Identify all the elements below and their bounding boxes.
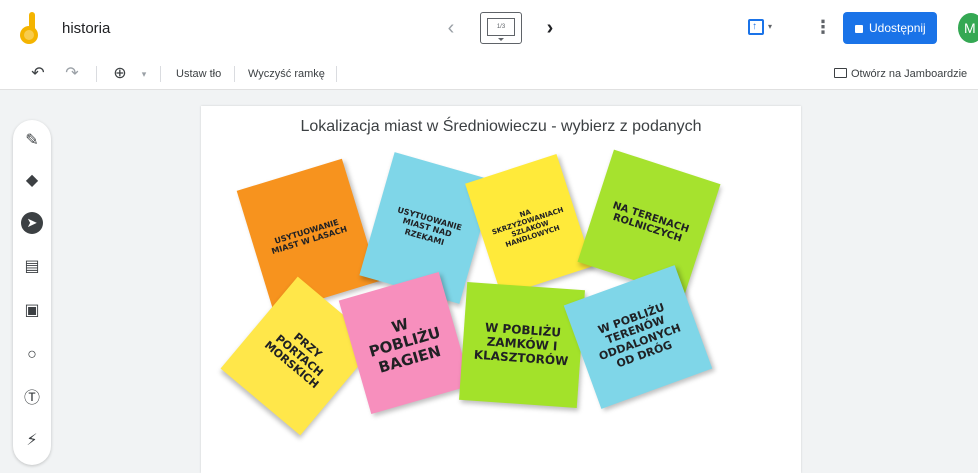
set-background-button[interactable]: Ustaw tło <box>176 66 221 82</box>
canvas-title[interactable]: Lokalizacja miast w Średniowieczu - wybi… <box>201 118 801 136</box>
sticky-note[interactable]: Na skrzyżowaniach szlaków handlowych <box>465 154 593 296</box>
select-tool-icon[interactable]: ➤ <box>21 212 43 234</box>
toolbar-divider <box>160 66 161 82</box>
redo-icon[interactable]: ↷ <box>62 64 82 84</box>
more-options-icon[interactable]: ⋮ <box>814 16 832 40</box>
whiteboard-canvas[interactable]: Lokalizacja miast w Średniowieczu - wybi… <box>201 106 801 473</box>
sticky-note[interactable]: W pobliżu terenów oddalonych od dróg <box>563 265 713 409</box>
jamboard-logo[interactable] <box>20 12 42 44</box>
previous-frame-button[interactable]: ‹ <box>441 16 461 40</box>
sticky-note[interactable]: W pobliżu zamków i klasztorów <box>459 282 585 408</box>
present-button[interactable]: ↑ ▾ <box>744 16 778 40</box>
shape-tool-icon[interactable]: ○ <box>21 344 43 366</box>
frame-indicator: 1/3 <box>487 18 515 36</box>
monitor-icon <box>834 68 847 78</box>
undo-icon[interactable]: ↶ <box>28 64 48 84</box>
open-jamboard-label: Otwórz na Jamboardzie <box>851 68 968 80</box>
sticky-note-tool-icon[interactable]: ▤ <box>21 256 43 278</box>
clear-frame-button[interactable]: Wyczyść ramkę <box>248 66 325 82</box>
lock-icon <box>855 25 863 33</box>
avatar[interactable]: M <box>958 13 978 43</box>
next-frame-button[interactable]: › <box>540 16 560 40</box>
laser-tool-icon[interactable]: ⚡ <box>21 430 43 452</box>
pen-tool-icon[interactable]: ✎ <box>21 130 43 152</box>
share-label: Udostępnij <box>869 21 926 35</box>
eraser-tool-icon[interactable]: ◆ <box>21 170 43 192</box>
toolbar-divider <box>336 66 337 82</box>
document-title[interactable]: historia <box>62 20 110 37</box>
zoom-icon[interactable]: ⊕ <box>110 64 130 84</box>
toolbar: ↶ ↷ ⊕ ▾ Ustaw tło Wyczyść ramkę Otwórz n… <box>0 58 978 90</box>
share-button[interactable]: Udostępnij <box>843 12 937 44</box>
chevron-down-icon <box>498 38 504 41</box>
image-tool-icon[interactable]: ▣ <box>21 300 43 322</box>
open-in-jamboard-button[interactable]: Otwórz na Jamboardzie <box>834 66 967 82</box>
text-box-tool-icon[interactable]: Ⓣ <box>21 388 43 410</box>
zoom-dropdown-icon[interactable]: ▾ <box>138 64 150 84</box>
toolbar-divider <box>234 66 235 82</box>
top-bar: historia ‹ 1/3 › ↑ ▾ ⋮ Udostępnij M <box>0 0 978 58</box>
tool-panel: ✎ ◆ ➤ ▤ ▣ ○ Ⓣ ⚡ <box>13 120 51 465</box>
frame-bar-toggle[interactable]: 1/3 <box>480 12 522 44</box>
toolbar-divider <box>96 66 97 82</box>
